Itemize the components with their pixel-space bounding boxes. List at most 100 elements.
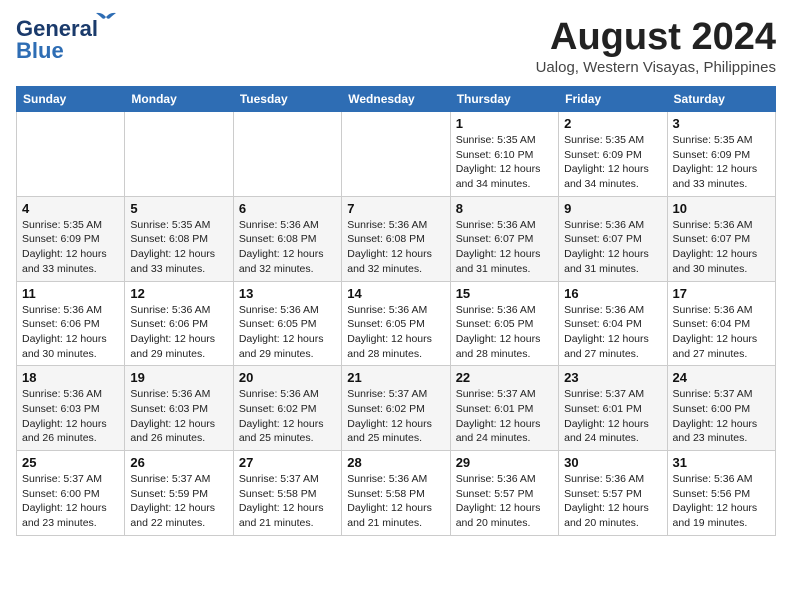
day-info: Sunrise: 5:35 AM Sunset: 6:10 PM Dayligh…	[456, 133, 553, 192]
page-header: General Blue August 2024 Ualog, Western …	[16, 16, 776, 76]
day-info: Sunrise: 5:37 AM Sunset: 6:01 PM Dayligh…	[456, 387, 553, 446]
day-info: Sunrise: 5:36 AM Sunset: 6:04 PM Dayligh…	[564, 303, 661, 362]
day-info: Sunrise: 5:36 AM Sunset: 6:07 PM Dayligh…	[673, 218, 770, 277]
calendar-cell: 31 Sunrise: 5:36 AM Sunset: 5:56 PM Dayli…	[667, 451, 775, 536]
day-number: 9	[564, 201, 661, 216]
day-info: Sunrise: 5:35 AM Sunset: 6:08 PM Dayligh…	[130, 218, 227, 277]
calendar-cell: 29Sunrise: 5:36 AM Sunset: 5:57 PM Dayli…	[450, 451, 558, 536]
calendar-week-1: 1 Sunrise: 5:35 AM Sunset: 6:10 PM Daylig…	[17, 112, 776, 197]
day-info: Sunrise: 5:37 AM Sunset: 5:59 PM Dayligh…	[130, 472, 227, 531]
calendar-cell: 24Sunrise: 5:37 AM Sunset: 6:00 PM Dayli…	[667, 366, 775, 451]
weekday-header-sunday: Sunday	[17, 87, 125, 112]
day-number: 20	[239, 370, 336, 385]
day-number: 10	[673, 201, 770, 216]
calendar-cell: 13 Sunrise: 5:36 AM Sunset: 6:05 PM Dayli…	[233, 281, 341, 366]
calendar-week-2: 4 Sunrise: 5:35 AM Sunset: 6:09 PM Daylig…	[17, 196, 776, 281]
weekday-header-row: SundayMondayTuesdayWednesdayThursdayFrid…	[17, 87, 776, 112]
day-info: Sunrise: 5:35 AM Sunset: 6:09 PM Dayligh…	[564, 133, 661, 192]
day-number: 2	[564, 116, 661, 131]
day-number: 27	[239, 455, 336, 470]
calendar-cell	[17, 112, 125, 197]
day-number: 16	[564, 286, 661, 301]
calendar-cell: 25 Sunrise: 5:37 AM Sunset: 6:00 PM Dayli…	[17, 451, 125, 536]
day-info: Sunrise: 5:37 AM Sunset: 6:01 PM Dayligh…	[564, 387, 661, 446]
day-number: 5	[130, 201, 227, 216]
day-info: Sunrise: 5:36 AM Sunset: 5:56 PM Dayligh…	[673, 472, 770, 531]
calendar-cell: 9 Sunrise: 5:36 AM Sunset: 6:07 PM Daylig…	[559, 196, 667, 281]
calendar-week-3: 11Sunrise: 5:36 AM Sunset: 6:06 PM Dayli…	[17, 281, 776, 366]
day-number: 18	[22, 370, 119, 385]
calendar-cell: 15 Sunrise: 5:36 AM Sunset: 6:05 PM Dayli…	[450, 281, 558, 366]
day-info: Sunrise: 5:36 AM Sunset: 6:04 PM Dayligh…	[673, 303, 770, 362]
calendar-cell: 19Sunrise: 5:36 AM Sunset: 6:03 PM Dayli…	[125, 366, 233, 451]
title-section: August 2024 Ualog, Western Visayas, Phil…	[536, 16, 776, 76]
day-number: 1	[456, 116, 553, 131]
calendar-cell: 11Sunrise: 5:36 AM Sunset: 6:06 PM Dayli…	[17, 281, 125, 366]
day-number: 29	[456, 455, 553, 470]
day-number: 19	[130, 370, 227, 385]
day-number: 17	[673, 286, 770, 301]
calendar-cell: 28Sunrise: 5:36 AM Sunset: 5:58 PM Dayli…	[342, 451, 450, 536]
day-info: Sunrise: 5:35 AM Sunset: 6:09 PM Dayligh…	[22, 218, 119, 277]
day-number: 12	[130, 286, 227, 301]
day-number: 25	[22, 455, 119, 470]
weekday-header-thursday: Thursday	[450, 87, 558, 112]
day-info: Sunrise: 5:37 AM Sunset: 6:02 PM Dayligh…	[347, 387, 444, 446]
calendar-cell: 17 Sunrise: 5:36 AM Sunset: 6:04 PM Dayli…	[667, 281, 775, 366]
location-subtitle: Ualog, Western Visayas, Philippines	[536, 59, 776, 76]
day-info: Sunrise: 5:36 AM Sunset: 6:05 PM Dayligh…	[239, 303, 336, 362]
day-number: 15	[456, 286, 553, 301]
logo-general: General	[16, 16, 98, 41]
day-number: 11	[22, 286, 119, 301]
day-number: 22	[456, 370, 553, 385]
day-info: Sunrise: 5:36 AM Sunset: 6:07 PM Dayligh…	[564, 218, 661, 277]
calendar-cell: 20 Sunrise: 5:36 AM Sunset: 6:02 PM Dayli…	[233, 366, 341, 451]
day-number: 14	[347, 286, 444, 301]
calendar-cell: 2 Sunrise: 5:35 AM Sunset: 6:09 PM Daylig…	[559, 112, 667, 197]
weekday-header-monday: Monday	[125, 87, 233, 112]
day-number: 24	[673, 370, 770, 385]
month-year-title: August 2024	[536, 16, 776, 59]
day-number: 26	[130, 455, 227, 470]
day-number: 13	[239, 286, 336, 301]
calendar-cell: 7Sunrise: 5:36 AM Sunset: 6:08 PM Daylig…	[342, 196, 450, 281]
calendar-cell: 8 Sunrise: 5:36 AM Sunset: 6:07 PM Daylig…	[450, 196, 558, 281]
day-number: 31	[673, 455, 770, 470]
calendar-cell: 27Sunrise: 5:37 AM Sunset: 5:58 PM Dayli…	[233, 451, 341, 536]
calendar-cell: 16 Sunrise: 5:36 AM Sunset: 6:04 PM Dayli…	[559, 281, 667, 366]
calendar-table: SundayMondayTuesdayWednesdayThursdayFrid…	[16, 86, 776, 536]
calendar-cell: 30 Sunrise: 5:36 AM Sunset: 5:57 PM Dayli…	[559, 451, 667, 536]
calendar-cell: 18 Sunrise: 5:36 AM Sunset: 6:03 PM Dayli…	[17, 366, 125, 451]
calendar-cell: 26 Sunrise: 5:37 AM Sunset: 5:59 PM Dayli…	[125, 451, 233, 536]
calendar-cell: 10 Sunrise: 5:36 AM Sunset: 6:07 PM Dayli…	[667, 196, 775, 281]
day-number: 30	[564, 455, 661, 470]
weekday-header-saturday: Saturday	[667, 87, 775, 112]
calendar-cell: 4 Sunrise: 5:35 AM Sunset: 6:09 PM Daylig…	[17, 196, 125, 281]
day-number: 21	[347, 370, 444, 385]
logo: General Blue	[16, 16, 98, 64]
calendar-week-5: 25 Sunrise: 5:37 AM Sunset: 6:00 PM Dayli…	[17, 451, 776, 536]
day-info: Sunrise: 5:36 AM Sunset: 6:05 PM Dayligh…	[456, 303, 553, 362]
day-number: 6	[239, 201, 336, 216]
calendar-cell: 6 Sunrise: 5:36 AM Sunset: 6:08 PM Daylig…	[233, 196, 341, 281]
day-info: Sunrise: 5:36 AM Sunset: 5:57 PM Dayligh…	[564, 472, 661, 531]
calendar-cell: 1 Sunrise: 5:35 AM Sunset: 6:10 PM Daylig…	[450, 112, 558, 197]
day-info: Sunrise: 5:36 AM Sunset: 6:02 PM Dayligh…	[239, 387, 336, 446]
day-number: 23	[564, 370, 661, 385]
day-info: Sunrise: 5:37 AM Sunset: 6:00 PM Dayligh…	[22, 472, 119, 531]
calendar-cell: 22 Sunrise: 5:37 AM Sunset: 6:01 PM Dayli…	[450, 366, 558, 451]
calendar-cell	[342, 112, 450, 197]
day-number: 3	[673, 116, 770, 131]
day-info: Sunrise: 5:36 AM Sunset: 6:03 PM Dayligh…	[22, 387, 119, 446]
calendar-cell: 3Sunrise: 5:35 AM Sunset: 6:09 PM Daylig…	[667, 112, 775, 197]
day-info: Sunrise: 5:36 AM Sunset: 6:08 PM Dayligh…	[239, 218, 336, 277]
weekday-header-tuesday: Tuesday	[233, 87, 341, 112]
weekday-header-wednesday: Wednesday	[342, 87, 450, 112]
calendar-cell: 21 Sunrise: 5:37 AM Sunset: 6:02 PM Dayli…	[342, 366, 450, 451]
day-number: 8	[456, 201, 553, 216]
day-info: Sunrise: 5:36 AM Sunset: 6:07 PM Dayligh…	[456, 218, 553, 277]
day-number: 28	[347, 455, 444, 470]
day-number: 4	[22, 201, 119, 216]
calendar-cell: 5 Sunrise: 5:35 AM Sunset: 6:08 PM Daylig…	[125, 196, 233, 281]
day-info: Sunrise: 5:36 AM Sunset: 6:08 PM Dayligh…	[347, 218, 444, 277]
